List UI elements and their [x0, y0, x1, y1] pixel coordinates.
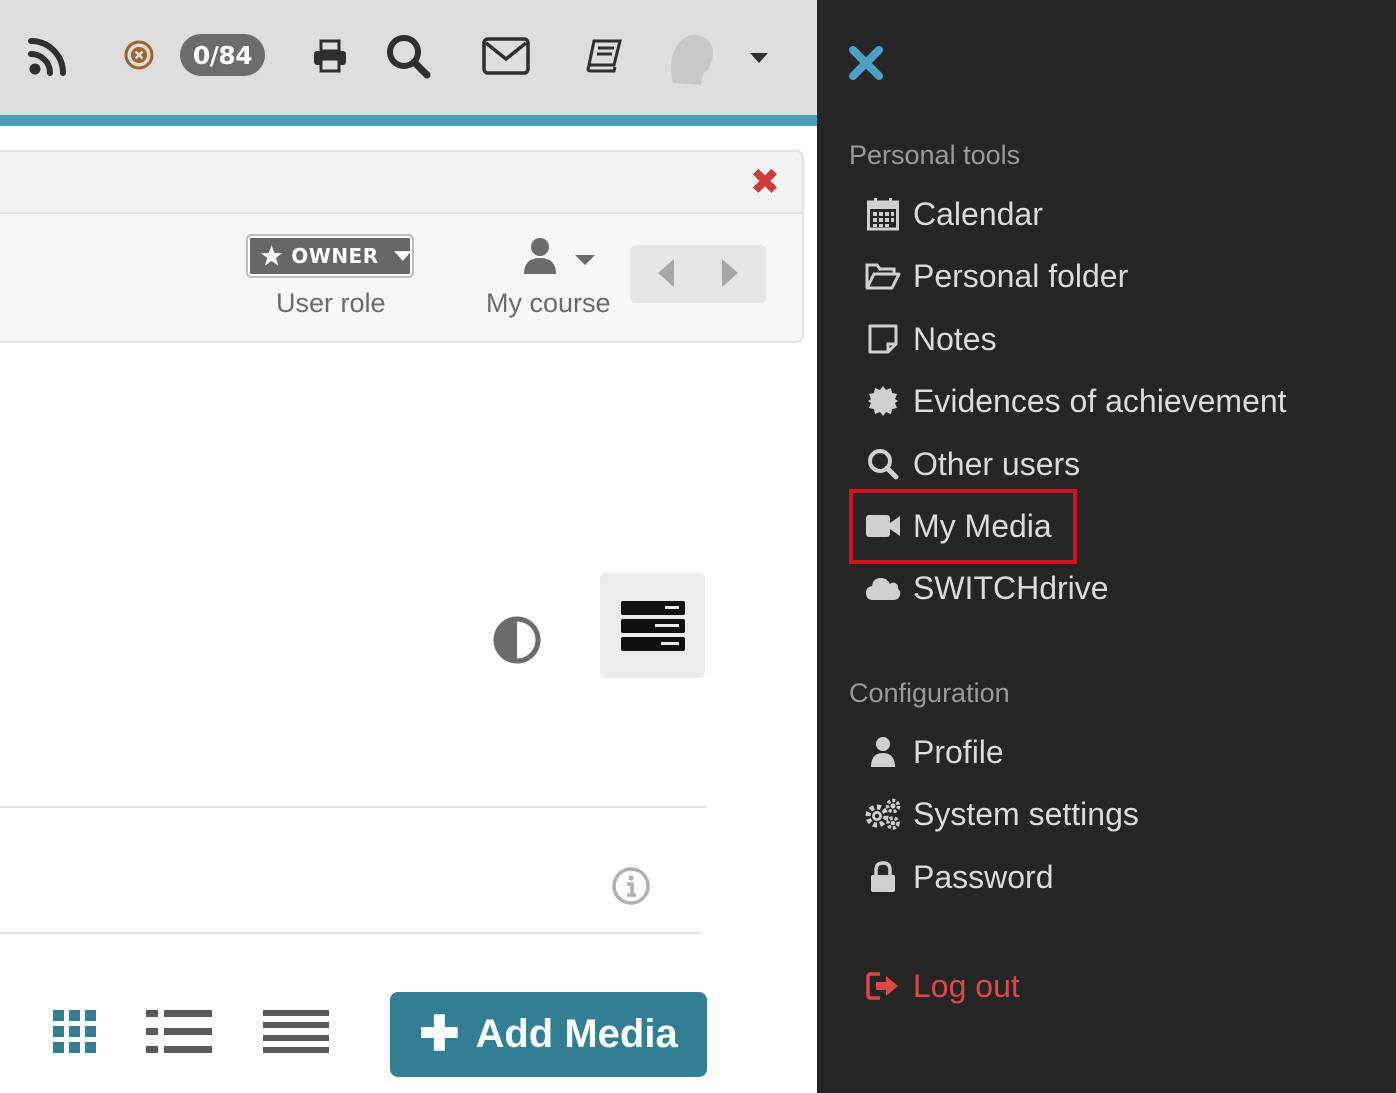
progress-counter[interactable]: 0/84 [180, 34, 265, 76]
my-course-dropdown[interactable] [520, 236, 600, 278]
avatar[interactable] [662, 26, 720, 90]
menu-item-label: Calendar [913, 195, 1043, 232]
topbar-accent-line [0, 115, 817, 126]
grid-view-icon[interactable] [53, 1010, 96, 1057]
personal-tools-heading: Personal tools [849, 140, 1021, 170]
rss-icon[interactable] [26, 34, 70, 78]
logout-label: Log out [913, 967, 1020, 1004]
page: 0/84 ✖ OWNER User role My course ✚ Add M… [0, 0, 1396, 1093]
contrast-icon[interactable] [493, 616, 541, 668]
plus-icon: ✚ [419, 1007, 460, 1061]
menu-item-system-settings[interactable]: System settings [865, 790, 1139, 838]
menu-item-calendar[interactable]: Calendar [865, 190, 1043, 238]
highlight-box [849, 489, 1077, 564]
star-icon [260, 245, 283, 266]
user-icon [524, 238, 556, 274]
divider [0, 932, 701, 934]
folder-icon [865, 258, 901, 294]
menu-item-label: Personal folder [913, 257, 1129, 294]
gears-icon [865, 796, 901, 832]
close-icon[interactable]: ✖ [750, 165, 780, 201]
cloud-icon [865, 570, 901, 606]
menu-item-evidences-of-achievement[interactable]: Evidences of achievement [865, 377, 1287, 425]
calendar-icon [865, 196, 901, 232]
menu-item-switchdrive[interactable]: SWITCHdrive [865, 564, 1109, 612]
layout-toggle-button[interactable] [600, 573, 705, 678]
print-icon[interactable] [310, 36, 350, 76]
info-icon[interactable] [611, 866, 651, 910]
menu-item-label: SWITCHdrive [913, 569, 1109, 606]
menu-item-personal-folder[interactable]: Personal folder [865, 252, 1128, 300]
menu-item-password[interactable]: Password [865, 853, 1054, 901]
logout-icon [865, 968, 901, 1004]
menu-item-label: Notes [913, 320, 997, 357]
mail-icon[interactable] [480, 36, 532, 76]
user-role-label: OWNER [291, 244, 379, 268]
layout-list-icon [620, 600, 685, 651]
user-icon [865, 734, 901, 770]
chevron-down-icon [575, 255, 595, 265]
chevron-down-icon [393, 251, 412, 261]
course-navigation [630, 245, 766, 303]
personal-tools-drawer: Personal tools Calendar Personal folder … [817, 0, 1396, 1093]
divider [0, 806, 707, 808]
status-x-icon[interactable] [122, 38, 156, 72]
menu-item-label: Evidences of achievement [913, 382, 1287, 419]
menu-item-label: Password [913, 858, 1054, 895]
my-course-caption: My course [486, 288, 611, 318]
note-icon [865, 321, 901, 357]
menu-item-other-users[interactable]: Other users [865, 440, 1080, 488]
menu-item-label: System settings [913, 795, 1139, 832]
compact-view-icon[interactable] [263, 1010, 329, 1057]
panel-header [0, 152, 802, 214]
book-icon[interactable] [584, 36, 624, 76]
user-role-caption: User role [276, 288, 386, 318]
menu-item-label: Other users [913, 445, 1081, 482]
menu-item-notes[interactable]: Notes [865, 315, 997, 363]
add-media-label: Add Media [475, 1012, 678, 1056]
menu-item-log-out[interactable]: Log out [865, 962, 1020, 1010]
lock-icon [865, 859, 901, 895]
top-toolbar: 0/84 [0, 0, 817, 115]
arrow-left-icon[interactable] [656, 258, 676, 288]
add-media-button[interactable]: ✚ Add Media [390, 992, 707, 1077]
menu-item-label: Profile [913, 733, 1004, 770]
search-icon[interactable] [384, 32, 432, 80]
configuration-heading: Configuration [849, 678, 1010, 708]
main-content: 0/84 ✖ OWNER User role My course ✚ Add M… [0, 0, 817, 1093]
chevron-down-icon[interactable] [746, 50, 772, 66]
search-icon [865, 446, 901, 482]
list-view-icon[interactable] [146, 1010, 212, 1057]
arrow-right-icon[interactable] [720, 258, 740, 288]
badge-icon [865, 383, 901, 419]
user-role-dropdown[interactable]: OWNER [246, 234, 414, 278]
close-icon[interactable] [847, 44, 885, 86]
menu-item-profile[interactable]: Profile [865, 728, 1004, 776]
